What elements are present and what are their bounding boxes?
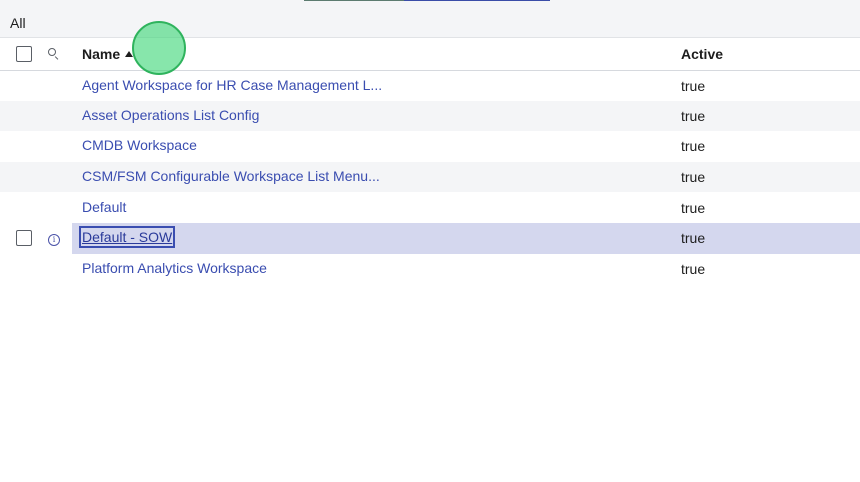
- row-checkbox[interactable]: [16, 230, 32, 247]
- table-row: Asset Operations List Config true: [0, 100, 860, 132]
- record-link[interactable]: Agent Workspace for HR Case Management L…: [82, 77, 382, 93]
- filter-bar: All: [0, 8, 860, 38]
- name-cell: Default - SOW: [72, 222, 681, 254]
- search-icon[interactable]: [48, 47, 60, 60]
- table-row: Default true: [0, 192, 860, 223]
- active-cell: true: [681, 199, 706, 216]
- tab-edge: [404, 0, 550, 1]
- name-cell: CSM/FSM Configurable Workspace List Menu…: [72, 162, 681, 193]
- name-cell: Asset Operations List Config: [72, 101, 681, 132]
- table-row-selected: i Default - SOW true: [0, 222, 860, 254]
- record-link-focused[interactable]: Default - SOW: [78, 226, 176, 249]
- active-cell: true: [681, 169, 706, 186]
- record-link[interactable]: CMDB Workspace: [82, 137, 197, 153]
- name-cell: Platform Analytics Workspace: [72, 254, 681, 285]
- active-cell: true: [681, 138, 706, 155]
- column-header-name[interactable]: Name: [72, 38, 681, 70]
- info-icon[interactable]: i: [48, 234, 60, 247]
- table-row: Platform Analytics Workspace true: [0, 254, 860, 285]
- record-link[interactable]: Platform Analytics Workspace: [82, 260, 267, 276]
- active-cell: true: [681, 77, 706, 94]
- column-header-active[interactable]: Active: [681, 38, 860, 70]
- header-select-cell: [0, 38, 42, 70]
- select-all-checkbox[interactable]: [16, 45, 32, 62]
- list-table: Name Active Agent Workspace for HR Case …: [0, 38, 860, 284]
- breadcrumb-all[interactable]: All: [10, 15, 26, 31]
- row-info-cell: i: [42, 223, 72, 254]
- active-cell: true: [681, 222, 860, 254]
- name-cell: Default: [72, 192, 681, 223]
- record-link[interactable]: Asset Operations List Config: [82, 107, 259, 123]
- name-cell: CMDB Workspace: [72, 131, 681, 162]
- record-link[interactable]: Default: [82, 199, 126, 215]
- table-row: CSM/FSM Configurable Workspace List Menu…: [0, 161, 860, 193]
- active-cell: true: [681, 107, 706, 124]
- row-select-cell: [0, 223, 42, 254]
- active-cell: true: [681, 260, 706, 277]
- table-header-row: Name Active: [0, 38, 860, 70]
- record-link[interactable]: CSM/FSM Configurable Workspace List Menu…: [82, 168, 380, 184]
- header-search-cell: [42, 38, 72, 70]
- top-strip: [0, 0, 860, 8]
- tab-edge: [304, 0, 404, 1]
- table-row: CMDB Workspace true: [0, 131, 860, 162]
- sort-ascending-icon: [125, 51, 134, 58]
- name-cell: Agent Workspace for HR Case Management L…: [72, 70, 681, 101]
- column-name-label: Name: [82, 45, 121, 62]
- table-row: Agent Workspace for HR Case Management L…: [0, 70, 860, 101]
- column-active-label: Active: [681, 45, 724, 62]
